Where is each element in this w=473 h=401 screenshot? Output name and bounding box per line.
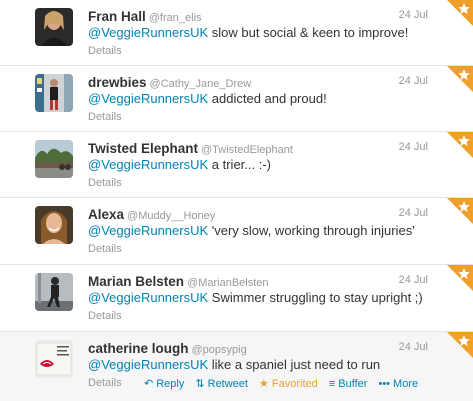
avatar[interactable]: [35, 206, 73, 244]
tweet-item[interactable]: drewbies @Cathy_Jane_Drew 24 Jul @VeggieR…: [0, 66, 473, 132]
tweet-item[interactable]: Marian Belsten @MarianBelsten 24 Jul @Veg…: [0, 265, 473, 332]
tweet-text: @VeggieRunnersUK Swimmer struggling to s…: [88, 290, 453, 305]
favorited-corner-icon: [443, 332, 473, 362]
details-link[interactable]: Details: [88, 45, 122, 57]
tweet-header: drewbies @Cathy_Jane_Drew: [88, 74, 413, 92]
avatar[interactable]: [35, 8, 73, 46]
author-handle[interactable]: @fran_elis: [149, 12, 202, 24]
author-name[interactable]: drewbies: [88, 75, 147, 90]
author-handle[interactable]: @MarianBelsten: [187, 277, 268, 289]
favorite-button[interactable]: ★ Favorited: [259, 378, 318, 390]
details-link[interactable]: Details: [88, 177, 122, 189]
tweet-body: Swimmer struggling to stay upright ;): [208, 290, 423, 305]
tweet-timeline: Fran Hall @fran_elis 24 Jul @VeggieRunner…: [0, 0, 473, 401]
avatar[interactable]: [35, 273, 73, 311]
favorited-corner-icon: [443, 0, 473, 30]
tweet-body: 'very slow, working through injuries': [208, 223, 415, 238]
buffer-button[interactable]: ≡ Buffer: [329, 378, 368, 390]
tweet-body: like a spaniel just need to run: [208, 357, 381, 372]
tweet-item[interactable]: Twisted Elephant @TwistedElephant 24 Jul …: [0, 132, 473, 198]
author-handle[interactable]: @TwistedElephant: [201, 144, 293, 156]
tweet-item[interactable]: Alexa @Muddy__Honey 24 Jul @VeggieRunners…: [0, 198, 473, 265]
star-icon: ★: [259, 378, 269, 390]
tweet-text: @VeggieRunnersUK a trier... :-): [88, 157, 453, 172]
mention-link[interactable]: @VeggieRunnersUK: [88, 290, 208, 305]
tweet-actions: ↶ Reply ⇅ Retweet ★ Favorited ≡ Buffer ••• Mo…: [144, 377, 426, 390]
reply-icon: ↶: [144, 378, 154, 390]
avatar[interactable]: [35, 340, 73, 378]
reply-button[interactable]: ↶ Reply: [144, 378, 184, 390]
tweet-item[interactable]: catherine lough @popsypig 24 Jul @VeggieR…: [0, 332, 473, 401]
tweet-timestamp[interactable]: 24 Jul: [399, 341, 428, 353]
details-link[interactable]: Details: [88, 377, 122, 389]
tweet-text: @VeggieRunnersUK like a spaniel just nee…: [88, 357, 453, 372]
author-name[interactable]: catherine lough: [88, 341, 189, 356]
tweet-body: a trier... :-): [208, 157, 271, 172]
dots-icon: •••: [378, 378, 391, 390]
mention-link[interactable]: @VeggieRunnersUK: [88, 223, 208, 238]
author-name[interactable]: Fran Hall: [88, 9, 146, 24]
tweet-body: slow but social & keen to improve!: [208, 25, 409, 40]
tweet-body: addicted and proud!: [208, 91, 327, 106]
tweet-header: Twisted Elephant @TwistedElephant: [88, 140, 413, 158]
tweet-text: @VeggieRunnersUK addicted and proud!: [88, 91, 453, 106]
author-handle[interactable]: @Cathy_Jane_Drew: [150, 78, 252, 90]
author-handle[interactable]: @Muddy__Honey: [127, 210, 215, 222]
tweet-item[interactable]: Fran Hall @fran_elis 24 Jul @VeggieRunner…: [0, 0, 473, 66]
tweet-header: catherine lough @popsypig: [88, 340, 413, 358]
details-link[interactable]: Details: [88, 111, 122, 123]
avatar[interactable]: [35, 74, 73, 112]
retweet-icon: ⇅: [195, 378, 205, 390]
author-name[interactable]: Alexa: [88, 207, 124, 222]
tweet-timestamp[interactable]: 24 Jul: [399, 274, 428, 286]
author-name[interactable]: Twisted Elephant: [88, 141, 198, 156]
favorited-corner-icon: [443, 198, 473, 228]
details-link[interactable]: Details: [88, 243, 122, 255]
more-button[interactable]: ••• More: [378, 378, 418, 390]
tweet-timestamp[interactable]: 24 Jul: [399, 9, 428, 21]
favorited-corner-icon: [443, 66, 473, 96]
tweet-text: @VeggieRunnersUK 'very slow, working thr…: [88, 223, 453, 238]
tweet-timestamp[interactable]: 24 Jul: [399, 141, 428, 153]
tweet-timestamp[interactable]: 24 Jul: [399, 207, 428, 219]
author-name[interactable]: Marian Belsten: [88, 274, 184, 289]
tweet-header: Alexa @Muddy__Honey: [88, 206, 413, 224]
tweet-timestamp[interactable]: 24 Jul: [399, 75, 428, 87]
mention-link[interactable]: @VeggieRunnersUK: [88, 357, 208, 372]
tweet-header: Fran Hall @fran_elis: [88, 8, 413, 26]
mention-link[interactable]: @VeggieRunnersUK: [88, 91, 208, 106]
author-handle[interactable]: @popsypig: [192, 344, 247, 356]
avatar[interactable]: [35, 140, 73, 178]
tweet-header: Marian Belsten @MarianBelsten: [88, 273, 413, 291]
tweet-text: @VeggieRunnersUK slow but social & keen …: [88, 25, 453, 40]
mention-link[interactable]: @VeggieRunnersUK: [88, 157, 208, 172]
buffer-icon: ≡: [328, 378, 336, 390]
details-link[interactable]: Details: [88, 310, 122, 322]
retweet-button[interactable]: ⇅ Retweet: [195, 378, 248, 390]
favorited-corner-icon: [443, 265, 473, 295]
favorited-corner-icon: [443, 132, 473, 162]
mention-link[interactable]: @VeggieRunnersUK: [88, 25, 208, 40]
